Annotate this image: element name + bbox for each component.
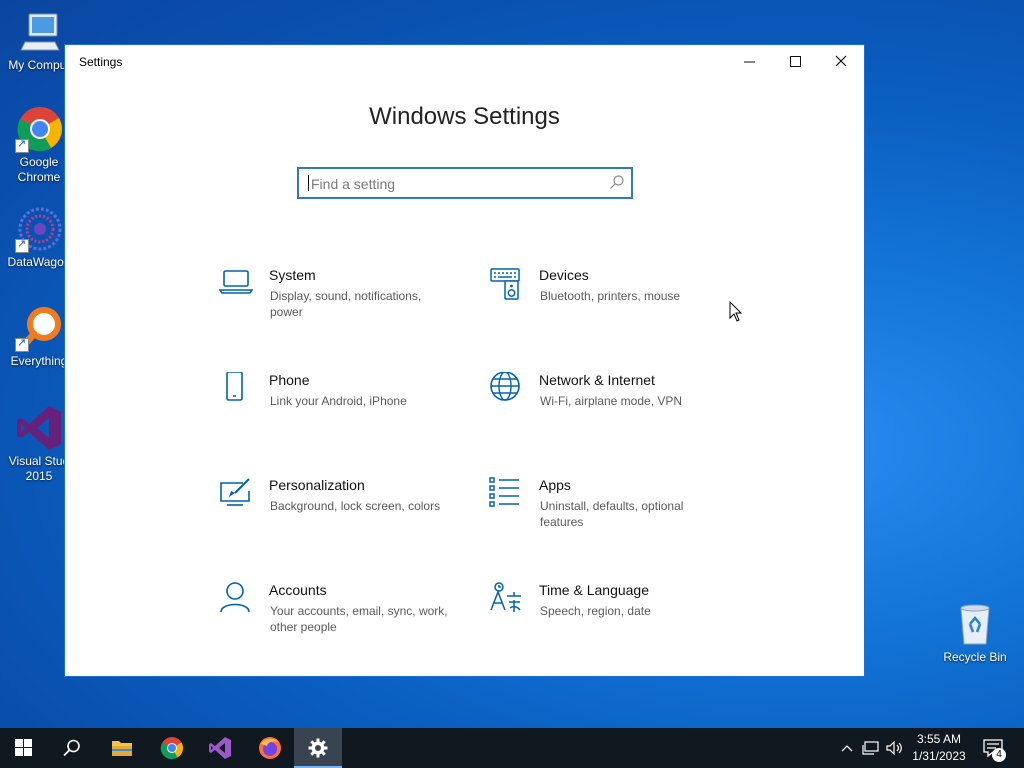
taskbar-settings[interactable]: [294, 728, 342, 768]
desktop-icon-recycle-bin[interactable]: Recycle Bin: [940, 602, 1010, 664]
taskbar-search-button[interactable]: [48, 728, 96, 768]
search-input[interactable]: [309, 170, 603, 198]
clock-time: 3:55 AM: [916, 732, 962, 746]
tray-volume-button[interactable]: [884, 728, 906, 768]
window-title: Settings: [79, 55, 123, 69]
tile-description: Display, sound, notifications, power: [270, 289, 422, 319]
tile-time-language[interactable]: Time & Language Speech, region, date: [489, 582, 729, 662]
chrome-icon: [15, 105, 63, 153]
tile-title: Accounts: [269, 582, 327, 598]
tile-devices[interactable]: Devices Bluetooth, printers, mouse: [489, 267, 729, 347]
tile-system[interactable]: System Display, sound, notifications, po…: [218, 267, 459, 347]
tile-title: Personalization: [269, 477, 365, 493]
minimize-icon: [743, 61, 755, 62]
datawagon-icon: [15, 205, 63, 253]
close-button[interactable]: [818, 45, 864, 77]
tile-network-internet[interactable]: Network & Internet Wi-Fi, airplane mode,…: [489, 371, 729, 452]
minimize-button[interactable]: [726, 45, 772, 77]
tile-title: Apps: [539, 477, 571, 493]
tile-personalization[interactable]: Personalization Background, lock screen,…: [219, 477, 459, 557]
tile-description: Bluetooth, printers, mouse: [540, 289, 681, 303]
tile-title: Devices: [539, 267, 589, 283]
tile-accounts[interactable]: Accounts Your accounts, email, sync, wor…: [219, 582, 459, 662]
text-cursor: [308, 175, 309, 191]
tile-description: Wi-Fi, airplane mode, VPN: [540, 394, 683, 408]
notification-count-badge: 4: [992, 748, 1006, 762]
maximize-icon: [789, 55, 801, 67]
tile-title: Phone: [269, 372, 310, 388]
apps-list-icon: [489, 477, 525, 513]
action-center-button[interactable]: 4: [978, 728, 1008, 768]
clock-date: 1/31/2023: [912, 749, 966, 763]
start-button[interactable]: [0, 728, 48, 768]
close-icon: [835, 55, 847, 67]
taskbar-visual-studio[interactable]: [196, 728, 244, 768]
phone-icon: [219, 371, 255, 408]
system-clock[interactable]: 3:55 AM 1/31/2023: [905, 731, 973, 765]
shortcut-arrow-icon: [15, 137, 29, 153]
chrome-icon: [160, 737, 183, 760]
taskbar-firefox[interactable]: [246, 728, 294, 768]
taskbar: 3:55 AM 1/31/2023 4: [0, 728, 1024, 768]
chevron-up-icon: [841, 745, 853, 752]
tile-description: Background, lock screen, colors: [270, 499, 441, 513]
person-icon: [219, 582, 255, 618]
network-wired-icon: [862, 741, 879, 755]
tile-description: Speech, region, date: [540, 604, 651, 618]
page-title: Windows Settings: [369, 103, 560, 130]
taskbar-chrome[interactable]: [148, 728, 196, 768]
settings-window[interactable]: Settings Windows Settings System Display…: [64, 44, 865, 677]
tile-title: Time & Language: [539, 582, 649, 598]
globe-icon: [489, 371, 525, 408]
time-language-icon: [489, 582, 525, 618]
title-bar[interactable]: Settings: [65, 45, 864, 79]
firefox-icon: [259, 737, 281, 759]
shortcut-arrow-icon: [15, 336, 29, 352]
shortcut-arrow-icon: [15, 237, 29, 253]
visual-studio-icon: [15, 404, 63, 452]
taskbar-file-explorer[interactable]: [98, 728, 146, 768]
visual-studio-icon: [209, 737, 231, 759]
tile-description: Uninstall, defaults, optional features: [540, 499, 684, 529]
tile-phone[interactable]: Phone Link your Android, iPhone: [219, 371, 459, 452]
everything-search-icon: [15, 304, 63, 352]
tile-description: Your accounts, email, sync, work, other …: [270, 604, 448, 634]
recycle-bin-icon: [953, 602, 997, 646]
speaker-icon: [886, 741, 902, 755]
settings-gear-icon: [308, 738, 328, 758]
tile-title: System: [269, 267, 316, 283]
tile-description: Link your Android, iPhone: [270, 394, 407, 408]
keyboard-speaker-icon: [489, 267, 525, 303]
tray-show-hidden-button[interactable]: [838, 728, 856, 768]
tile-title: Network & Internet: [539, 372, 655, 388]
tile-apps[interactable]: Apps Uninstall, defaults, optional featu…: [489, 477, 729, 557]
tray-network-button[interactable]: [860, 728, 882, 768]
mouse-cursor-icon: [729, 300, 743, 328]
laptop-icon: [218, 267, 255, 303]
search-icon[interactable]: [609, 174, 625, 190]
paintbrush-screen-icon: [219, 477, 255, 513]
start-icon: [15, 739, 32, 756]
computer-icon: [15, 8, 63, 56]
search-box[interactable]: [297, 167, 633, 199]
file-explorer-icon: [112, 741, 132, 756]
maximize-button[interactable]: [772, 45, 818, 77]
search-icon: [63, 739, 80, 757]
recycle-bin-label: Recycle Bin: [943, 650, 1007, 664]
